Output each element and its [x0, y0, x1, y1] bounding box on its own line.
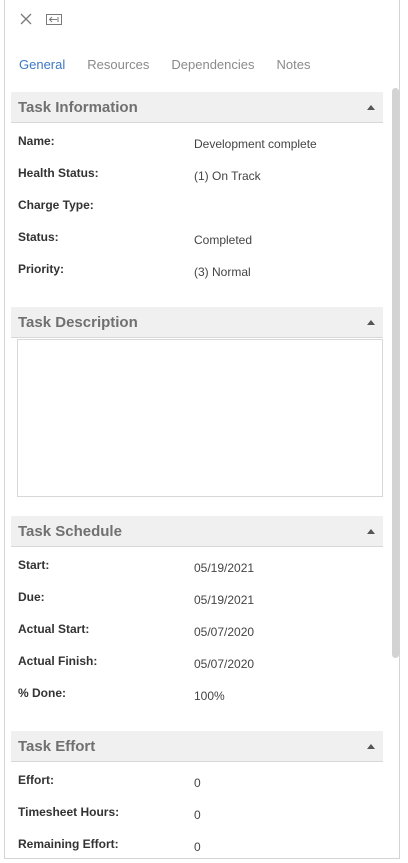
- field-actual-finish: Actual Finish: 05/07/2020: [11, 647, 383, 679]
- section-header-task-effort[interactable]: Task Effort: [11, 731, 383, 762]
- field-value: Completed: [194, 233, 253, 247]
- section-title: Task Effort: [18, 737, 96, 755]
- field-label: Actual Start:: [18, 622, 90, 636]
- field-label: Effort:: [18, 773, 54, 787]
- field-value: 05/07/2020: [194, 625, 255, 639]
- field-effort: Effort: 0: [11, 766, 383, 798]
- field-actual-start: Actual Start: 05/07/2020: [11, 615, 383, 647]
- field-value: 0: [194, 840, 201, 854]
- field-label: Due:: [18, 590, 45, 604]
- close-icon[interactable]: [17, 10, 35, 28]
- field-priority: Priority: (3) Normal: [11, 255, 383, 287]
- section-header-task-description[interactable]: Task Description: [11, 307, 383, 338]
- field-value: 05/19/2021: [194, 561, 255, 575]
- field-percent-done: % Done: 100%: [11, 679, 383, 711]
- task-information-fields: Name: Development complete Health Status…: [11, 123, 383, 287]
- field-label: Timesheet Hours:: [18, 805, 120, 819]
- field-value: 05/07/2020: [194, 657, 255, 671]
- field-label: Health Status:: [18, 166, 99, 180]
- collapse-caret-icon[interactable]: [367, 529, 375, 534]
- section-title: Task Schedule: [18, 522, 122, 540]
- collapse-caret-icon[interactable]: [367, 744, 375, 749]
- field-label: Actual Finish:: [18, 654, 98, 668]
- field-due: Due: 05/19/2021: [11, 583, 383, 615]
- field-label: Name:: [18, 134, 55, 148]
- field-label: Start:: [18, 558, 50, 572]
- field-timesheet-hours: Timesheet Hours: 0: [11, 798, 383, 830]
- field-value: 0: [194, 776, 201, 790]
- field-label: Priority:: [18, 262, 65, 276]
- field-value: (1) On Track: [194, 169, 261, 183]
- task-description-box[interactable]: [17, 339, 383, 497]
- field-label: Remaining Effort:: [18, 837, 119, 851]
- popout-icon[interactable]: [44, 10, 64, 28]
- field-charge-type: Charge Type:: [11, 191, 383, 223]
- field-start: Start: 05/19/2021: [11, 551, 383, 583]
- collapse-caret-icon[interactable]: [367, 320, 375, 325]
- tab-bar: General Resources Dependencies Notes: [19, 57, 332, 77]
- field-status: Status: Completed: [11, 223, 383, 255]
- field-value: 05/19/2021: [194, 593, 255, 607]
- field-remaining-effort: Remaining Effort: 0: [11, 830, 383, 858]
- field-label: Charge Type:: [18, 198, 94, 212]
- field-value: (3) Normal: [194, 265, 251, 279]
- tab-notes[interactable]: Notes: [277, 57, 311, 77]
- collapse-caret-icon[interactable]: [367, 105, 375, 110]
- field-value: 0: [194, 808, 201, 822]
- panel-toolbar: [5, 0, 399, 40]
- field-label: % Done:: [18, 686, 66, 700]
- task-effort-fields: Effort: 0 Timesheet Hours: 0 Remaining E…: [11, 762, 383, 858]
- task-details-panel: General Resources Dependencies Notes Tas…: [4, 0, 400, 859]
- field-value: 100%: [194, 689, 225, 703]
- tab-resources[interactable]: Resources: [87, 57, 149, 77]
- field-health-status: Health Status: (1) On Track: [11, 159, 383, 191]
- details-scroll-area[interactable]: Task Information Name: Development compl…: [11, 92, 383, 858]
- section-title: Task Information: [18, 98, 138, 116]
- section-header-task-schedule[interactable]: Task Schedule: [11, 516, 383, 547]
- tab-dependencies[interactable]: Dependencies: [171, 57, 254, 77]
- tab-general[interactable]: General: [19, 57, 65, 77]
- section-title: Task Description: [18, 313, 138, 331]
- field-label: Status:: [18, 230, 59, 244]
- task-schedule-fields: Start: 05/19/2021 Due: 05/19/2021 Actual…: [11, 547, 383, 711]
- field-name: Name: Development complete: [11, 127, 383, 159]
- section-header-task-information[interactable]: Task Information: [11, 92, 383, 123]
- vertical-scrollbar[interactable]: [392, 88, 399, 658]
- field-value: Development complete: [194, 137, 317, 151]
